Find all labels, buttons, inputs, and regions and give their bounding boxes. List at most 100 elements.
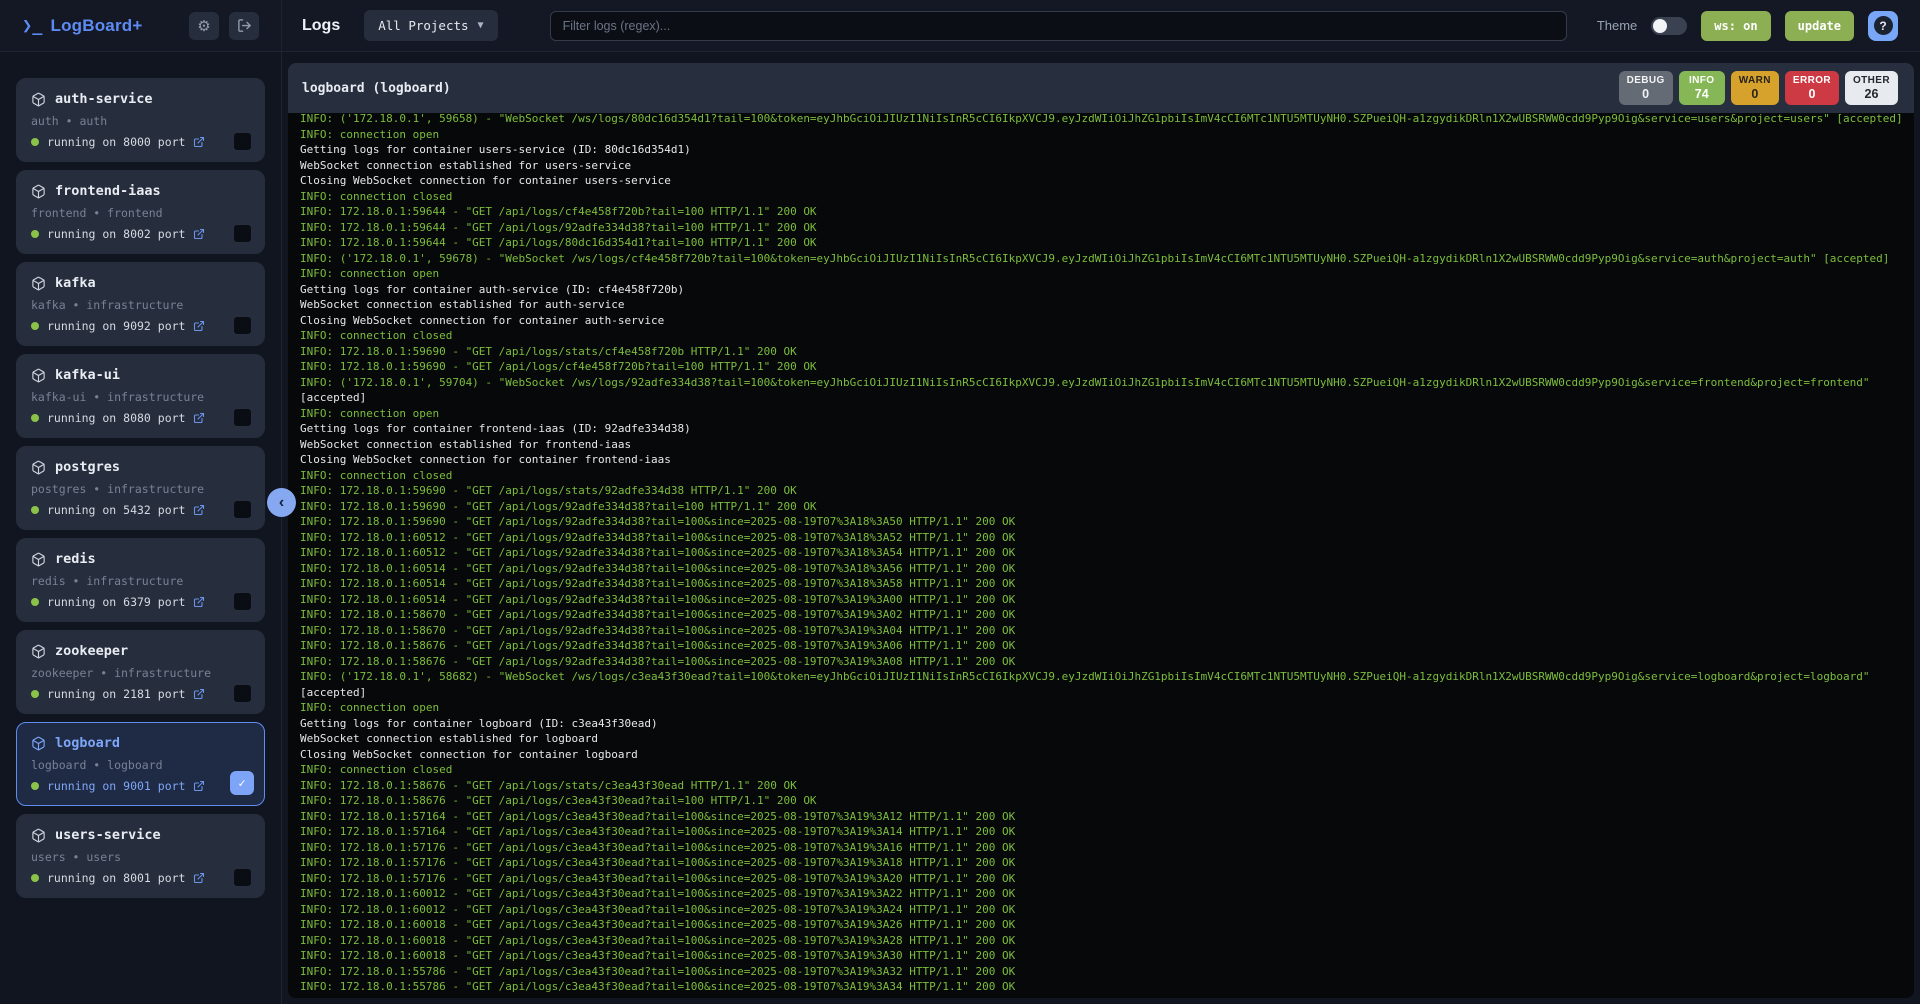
service-status: running on 8000 port: [47, 135, 185, 149]
service-checkbox[interactable]: [233, 500, 252, 519]
service-card-title-row: frontend-iaas: [31, 183, 250, 199]
sidebar-header: ❯_ LogBoard+ ⚙: [0, 0, 282, 51]
service-card-title-row: kafka: [31, 275, 250, 291]
log-level-badge[interactable]: ERROR 0: [1785, 71, 1839, 105]
badge-count: 0: [1793, 87, 1831, 101]
log-line: INFO: ('172.18.0.1', 59704) - "WebSocket…: [300, 375, 1914, 406]
log-line: INFO: connection open: [300, 406, 1914, 422]
log-line: INFO: 172.18.0.1:58676 - "GET /api/logs/…: [300, 778, 1914, 794]
topbar-main: Logs All Projects ▼ Theme ws: on update …: [282, 0, 1920, 51]
logout-button[interactable]: [229, 12, 259, 40]
service-checkbox[interactable]: [233, 316, 252, 335]
log-level-badge[interactable]: WARN 0: [1731, 71, 1779, 105]
theme-toggle[interactable]: [1651, 17, 1687, 35]
service-status-row: running on 6379 port: [31, 595, 250, 609]
service-status: running on 5432 port: [47, 503, 185, 517]
external-link-icon[interactable]: [193, 780, 205, 792]
log-line: INFO: connection open: [300, 700, 1914, 716]
external-link-icon[interactable]: [193, 872, 205, 884]
log-line: INFO: ('172.18.0.1', 59678) - "WebSocket…: [300, 251, 1914, 267]
badge-label: DEBUG: [1627, 75, 1665, 86]
package-icon: [31, 828, 46, 843]
service-status: running on 8001 port: [47, 871, 185, 885]
external-link-icon[interactable]: [193, 320, 205, 332]
external-link-icon[interactable]: [193, 688, 205, 700]
log-line: INFO: 172.18.0.1:55786 - "GET /api/logs/…: [300, 964, 1914, 980]
service-checkbox[interactable]: [233, 868, 252, 887]
service-name: auth-service: [55, 91, 153, 107]
service-card[interactable]: frontend-iaas frontend • frontend runnin…: [16, 170, 265, 254]
content: auth-service auth • auth running on 8000…: [0, 52, 1920, 1004]
log-line: INFO: 172.18.0.1:59690 - "GET /api/logs/…: [300, 483, 1914, 499]
external-link-icon[interactable]: [193, 412, 205, 424]
log-line: INFO: 172.18.0.1:59690 - "GET /api/logs/…: [300, 344, 1914, 360]
log-filter-input[interactable]: [550, 11, 1567, 41]
service-checkbox[interactable]: [233, 592, 252, 611]
settings-button[interactable]: ⚙: [189, 12, 219, 40]
service-card[interactable]: zookeeper zookeeper • infrastructure run…: [16, 630, 265, 714]
websocket-status-button[interactable]: ws: on: [1701, 11, 1770, 41]
log-line: INFO: 172.18.0.1:57164 - "GET /api/logs/…: [300, 824, 1914, 840]
service-card[interactable]: users-service users • users running on 8…: [16, 814, 265, 898]
service-name: redis: [55, 551, 96, 567]
badge-count: 0: [1739, 87, 1771, 101]
service-checkbox[interactable]: [233, 408, 252, 427]
log-line: INFO: 172.18.0.1:59690 - "GET /api/logs/…: [300, 514, 1914, 530]
service-checkbox[interactable]: [233, 684, 252, 703]
badge-count: 74: [1687, 87, 1717, 101]
log-line: INFO: 172.18.0.1:60018 - "GET /api/logs/…: [300, 933, 1914, 949]
help-button[interactable]: ?: [1868, 11, 1898, 41]
log-line: INFO: 172.18.0.1:57164 - "GET /api/logs/…: [300, 809, 1914, 825]
log-level-badge[interactable]: DEBUG 0: [1619, 71, 1673, 105]
log-line: INFO: ('172.18.0.1', 59658) - "WebSocket…: [300, 113, 1914, 127]
service-status: running on 2181 port: [47, 687, 185, 701]
log-line: WebSocket connection established for use…: [300, 158, 1914, 174]
log-line: INFO: 172.18.0.1:60012 - "GET /api/logs/…: [300, 886, 1914, 902]
log-level-badge[interactable]: INFO 74: [1679, 71, 1725, 105]
app-logo: LogBoard+: [50, 16, 142, 36]
log-level-badge[interactable]: OTHER 26: [1845, 71, 1898, 105]
status-dot: [31, 506, 39, 514]
service-meta: zookeeper • infrastructure: [31, 666, 250, 680]
external-link-icon[interactable]: [193, 228, 205, 240]
log-line: Getting logs for container logboard (ID:…: [300, 716, 1914, 732]
external-link-icon[interactable]: [193, 596, 205, 608]
terminal-prompt-icon: ❯_: [22, 16, 42, 36]
external-link-icon[interactable]: [193, 136, 205, 148]
page-title: Logs: [302, 17, 340, 35]
service-card[interactable]: kafka-ui kafka-ui • infrastructure runni…: [16, 354, 265, 438]
service-checkbox[interactable]: [233, 224, 252, 243]
log-line: INFO: connection closed: [300, 468, 1914, 484]
service-card[interactable]: kafka kafka • infrastructure running on …: [16, 262, 265, 346]
log-line: INFO: 172.18.0.1:57176 - "GET /api/logs/…: [300, 840, 1914, 856]
status-dot: [31, 598, 39, 606]
service-card-title-row: redis: [31, 551, 250, 567]
project-selector[interactable]: All Projects ▼: [364, 10, 497, 41]
log-line: INFO: connection closed: [300, 328, 1914, 344]
chevron-left-icon: ‹: [279, 495, 284, 511]
service-status-row: running on 5432 port: [31, 503, 250, 517]
log-line: INFO: 172.18.0.1:59690 - "GET /api/logs/…: [300, 499, 1914, 515]
service-name: frontend-iaas: [55, 183, 161, 199]
sidebar-collapse-button[interactable]: ‹: [267, 488, 296, 517]
update-button[interactable]: update: [1785, 11, 1854, 41]
service-card[interactable]: postgres postgres • infrastructure runni…: [16, 446, 265, 530]
service-card[interactable]: redis redis • infrastructure running on …: [16, 538, 265, 622]
log-line: Getting logs for container auth-service …: [300, 282, 1914, 298]
log-line: INFO: ('172.18.0.1', 58682) - "WebSocket…: [300, 669, 1914, 700]
service-status: running on 9092 port: [47, 319, 185, 333]
service-card[interactable]: auth-service auth • auth running on 8000…: [16, 78, 265, 162]
project-selector-label: All Projects: [378, 18, 468, 33]
service-checkbox[interactable]: [233, 132, 252, 151]
log-line: INFO: 172.18.0.1:57176 - "GET /api/logs/…: [300, 871, 1914, 887]
toggle-knob: [1653, 19, 1667, 33]
service-card-title-row: logboard: [31, 735, 250, 751]
status-dot: [31, 690, 39, 698]
service-status-row: running on 8001 port: [31, 871, 250, 885]
service-card-title-row: auth-service: [31, 91, 250, 107]
package-icon: [31, 184, 46, 199]
service-checkbox[interactable]: ✓: [230, 771, 254, 795]
service-card[interactable]: logboard logboard • logboard running on …: [16, 722, 265, 806]
external-link-icon[interactable]: [193, 504, 205, 516]
log-output[interactable]: INFO: ('172.18.0.1', 59658) - "WebSocket…: [288, 113, 1914, 998]
